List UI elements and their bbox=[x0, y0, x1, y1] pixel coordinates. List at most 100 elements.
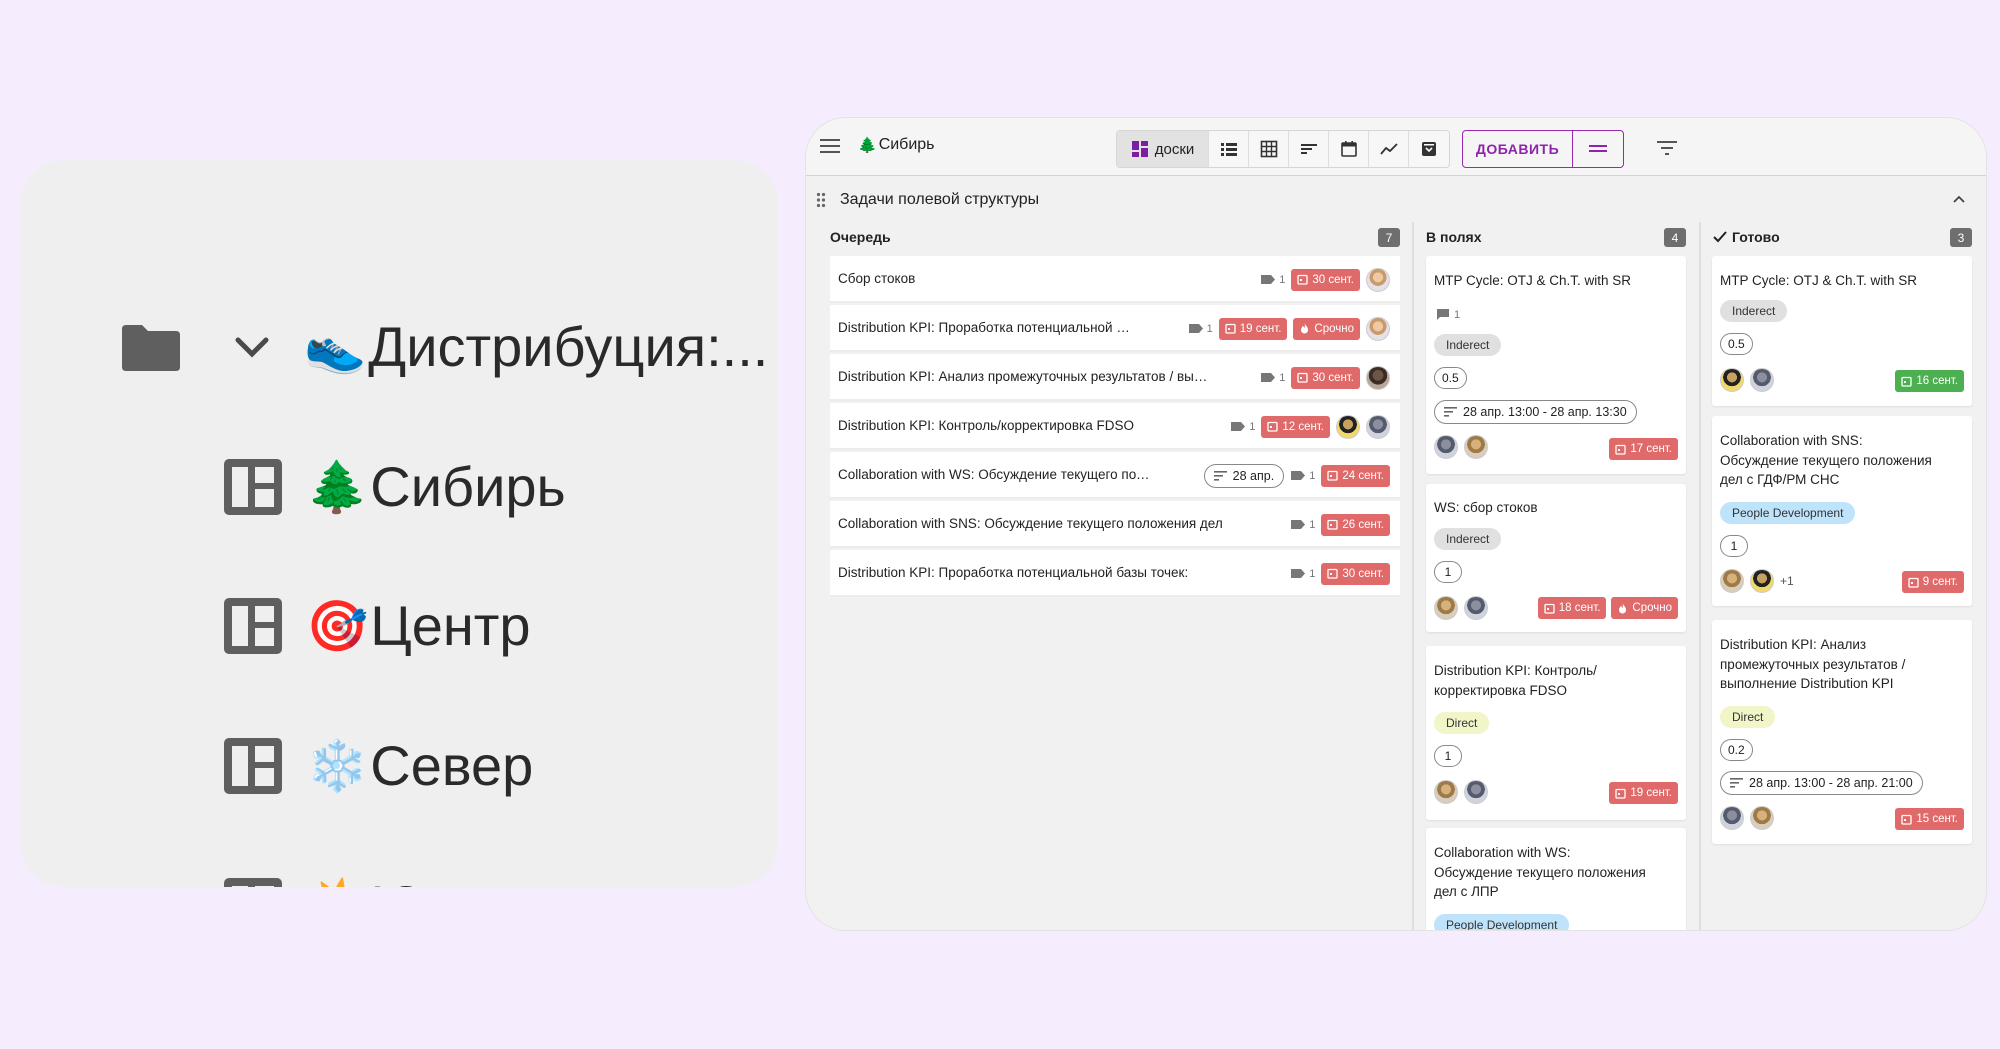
view-calendar-button[interactable] bbox=[1329, 131, 1369, 167]
comment-count: 1 bbox=[1290, 470, 1315, 482]
view-table-button[interactable] bbox=[1249, 131, 1289, 167]
avatar[interactable] bbox=[1464, 435, 1488, 459]
tree-board-item[interactable]: 🎯 Центр bbox=[222, 571, 531, 681]
card-title-line: Distribution KPI: Анализ bbox=[1720, 637, 1867, 652]
avatar[interactable] bbox=[1336, 414, 1360, 439]
task-title: Collaboration with WS: Обсуждение текуще… bbox=[838, 467, 1150, 482]
estimate-pill: 1 bbox=[1434, 745, 1462, 767]
sidebar-tree: 👟 Дистрибуция:... 🌲 Сибирь 🎯 Центр ❄️ Север … bbox=[20, 160, 778, 887]
board-emoji: 🌲 bbox=[306, 458, 369, 516]
filter-icon[interactable] bbox=[1656, 140, 1678, 156]
urgent-badge: Срочно bbox=[1293, 317, 1360, 340]
due-date-badge: 12 сент. bbox=[1261, 415, 1330, 438]
avatar[interactable] bbox=[1720, 368, 1744, 392]
avatar[interactable] bbox=[1750, 569, 1774, 593]
card-title: Collaboration with SNS: Обсуждение текуще… bbox=[1720, 431, 1960, 490]
column-title-text: Готово bbox=[1732, 229, 1780, 245]
task-row[interactable]: Distribution KPI: Проработка потенциальн… bbox=[830, 550, 1400, 597]
menu-icon[interactable] bbox=[820, 138, 842, 154]
kanban-app: 🌲 Сибирь доски ДОБАВИТЬ Задачи полевой ст… bbox=[806, 118, 1986, 930]
task-row[interactable]: Distribution KPI: Анализ промежуточных р… bbox=[830, 354, 1400, 401]
avatar[interactable] bbox=[1464, 596, 1488, 620]
task-card[interactable]: Distribution KPI: Анализ промежуточных ре… bbox=[1712, 620, 1972, 844]
tree-board-item[interactable]: ❄️ Север bbox=[222, 711, 533, 821]
comment-count: 1 bbox=[1230, 421, 1255, 433]
calendar-icon bbox=[1327, 470, 1338, 481]
task-card[interactable]: Distribution KPI: Контроль/корректировка… bbox=[1426, 646, 1686, 820]
task-row[interactable]: Distribution KPI: Контроль/корректировка… bbox=[830, 403, 1400, 450]
avatar[interactable] bbox=[1366, 267, 1390, 292]
avatar[interactable] bbox=[1434, 435, 1458, 459]
card-title-line: выполнение Distribution KPI bbox=[1720, 676, 1894, 691]
task-title: Distribution KPI: Анализ промежуточных р… bbox=[838, 369, 1208, 384]
avatar[interactable] bbox=[1434, 596, 1458, 620]
estimate-pill: 1 bbox=[1720, 535, 1748, 557]
category-tag: Direct bbox=[1434, 712, 1490, 734]
card-title-line: дел с ЛПР bbox=[1434, 884, 1499, 899]
card-title-line: Collaboration with SNS: bbox=[1720, 433, 1863, 448]
range-lines-icon bbox=[1730, 778, 1743, 788]
avatar[interactable] bbox=[1720, 569, 1744, 593]
label-tag-icon bbox=[1261, 373, 1276, 382]
avatar[interactable] bbox=[1464, 780, 1488, 804]
view-chart-button[interactable] bbox=[1369, 131, 1409, 167]
view-boards-button[interactable]: доски bbox=[1117, 131, 1209, 167]
avatar[interactable] bbox=[1366, 365, 1390, 390]
more-assignees[interactable]: +1 bbox=[1780, 574, 1794, 588]
task-row[interactable]: Collaboration with WS: Обсуждение текуще… bbox=[830, 452, 1400, 499]
category-tag: Inderect bbox=[1720, 300, 1788, 322]
add-menu-button[interactable] bbox=[1573, 131, 1623, 167]
task-card[interactable]: Collaboration with SNS: Обсуждение текуще… bbox=[1712, 416, 1972, 606]
avatar[interactable] bbox=[1750, 368, 1774, 392]
task-card[interactable]: MTP Cycle: OTJ & Ch.T. with SR Inderect … bbox=[1712, 256, 1972, 406]
board-icon bbox=[224, 459, 282, 515]
task-card[interactable]: WS: сбор стоков Inderect 1 18 сент. Сроч… bbox=[1426, 484, 1686, 632]
urgent-badge: Срочно bbox=[1611, 597, 1678, 619]
card-title-line: дел с ГДФ/РМ СНС bbox=[1720, 472, 1840, 487]
drag-handle-icon[interactable] bbox=[816, 192, 826, 208]
due-date-text: 19 сент. bbox=[1239, 322, 1282, 335]
due-date-text: 12 сент. bbox=[1282, 420, 1324, 433]
task-row[interactable]: Collaboration with SNS: Обсуждение текущ… bbox=[830, 501, 1400, 548]
avatar[interactable] bbox=[1366, 414, 1390, 439]
card-title: Distribution KPI: Анализ промежуточных ре… bbox=[1720, 635, 1960, 694]
tree-board-label: Север bbox=[370, 734, 534, 797]
calendar-icon bbox=[1327, 568, 1338, 579]
add-button[interactable]: ДОБАВИТЬ bbox=[1463, 131, 1573, 167]
tree-board-item[interactable]: 🌲 Сибирь bbox=[222, 432, 566, 542]
group-header: Задачи полевой структуры bbox=[806, 180, 1986, 220]
avatar[interactable] bbox=[1366, 316, 1390, 341]
due-date-badge: 26 сент. bbox=[1321, 513, 1390, 536]
avatar[interactable] bbox=[1750, 806, 1774, 830]
comment-count: 1 bbox=[1260, 274, 1285, 286]
view-archive-button[interactable] bbox=[1409, 131, 1449, 167]
avatar[interactable] bbox=[1720, 806, 1744, 830]
calendar-icon bbox=[1340, 141, 1357, 157]
task-row[interactable]: Distribution KPI: Проработка потенциальн… bbox=[830, 305, 1400, 352]
task-card[interactable]: Collaboration with WS: Обсуждение текущег… bbox=[1426, 828, 1686, 930]
view-list-button[interactable] bbox=[1209, 131, 1249, 167]
due-date-text: 19 сент. bbox=[1630, 787, 1672, 799]
task-title: Distribution KPI: Контроль/корректировка… bbox=[838, 418, 1134, 433]
chevron-down-icon[interactable] bbox=[228, 332, 276, 362]
tree-board-label: Сибирь bbox=[370, 455, 566, 518]
card-title-line: корректировка FDSO bbox=[1434, 682, 1568, 698]
due-date-badge: 17 сент. bbox=[1609, 438, 1678, 460]
chevron-up-icon[interactable] bbox=[1952, 194, 1966, 204]
due-date-badge: 30 сент. bbox=[1291, 268, 1360, 291]
due-date-text: 30 сент. bbox=[1312, 273, 1354, 286]
card-title: WS: сбор стоков bbox=[1434, 500, 1538, 515]
label-tag-icon bbox=[1291, 471, 1306, 480]
avatar[interactable] bbox=[1434, 780, 1458, 804]
comment-count-text: 1 bbox=[1206, 322, 1213, 335]
view-gantt-button[interactable] bbox=[1289, 131, 1329, 167]
board-icon bbox=[224, 738, 282, 794]
board-icon bbox=[224, 878, 282, 887]
card-title: Distribution KPI: Контроль/корректировка… bbox=[1434, 661, 1674, 700]
column-title: В полях bbox=[1426, 229, 1482, 245]
tree-root-item[interactable]: 👟 Дистрибуция:... bbox=[118, 292, 768, 402]
task-row[interactable]: Сбор стоков 1 30 сент. bbox=[830, 256, 1400, 303]
comment-count: 1 bbox=[1436, 308, 1460, 321]
task-card[interactable]: MTP Cycle: OTJ & Ch.T. with SR 1 Inderec… bbox=[1426, 256, 1686, 474]
tree-board-item[interactable]: ☀️Юг bbox=[222, 851, 447, 887]
